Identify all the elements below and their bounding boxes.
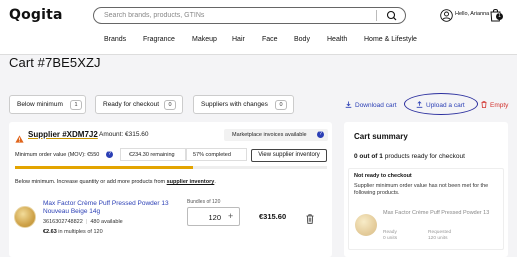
ready-count-bold: 0 out of 1 [354,153,383,160]
upload-icon [416,101,423,108]
supplier-inventory-link[interactable]: supplier inventory [167,179,215,185]
ready-count: 0 out of 1 products ready for checkout [354,153,465,160]
below-minimum-text: Below minimum. Increase quantity or add … [15,179,166,185]
completion-percent: 57% completed [186,148,247,161]
nav-item-fragrance[interactable]: Fragrance [143,36,175,43]
nav-item-face[interactable]: Face [262,36,278,43]
plus-icon[interactable]: + [228,211,233,221]
supplier-amount: Amount: €315.60 [99,131,149,138]
cart-summary-title: Cart summary [354,132,408,141]
download-cart-button[interactable]: Download cart [345,101,397,109]
search-input[interactable] [104,9,374,22]
user-icon[interactable] [440,9,453,22]
marketplace-invoices-label: Marketplace invoices available [232,132,307,138]
not-ready-note: Supplier minimum order value has not bee… [354,183,489,196]
cart-count-badge: 1 [496,13,503,20]
view-supplier-inventory-button[interactable]: View supplier inventory [251,149,327,162]
nav-item-body[interactable]: Body [294,36,310,43]
quantity-value[interactable]: 120 [188,213,221,222]
nav-item-makeup[interactable]: Makeup [192,36,217,43]
summary-ready-column: Ready 0 units [383,230,397,242]
filter-label: Below minimum [17,101,63,108]
product-name-link[interactable]: Max Factor Crème Puff Pressed Powder 13 … [43,200,183,216]
below-minimum-end: . [214,179,216,185]
marketplace-invoices-badge: Marketplace invoices available ? [224,129,328,141]
search-icon [386,10,397,21]
filter-count: 0 [164,100,176,110]
product-gtin: 3616302748822 [43,219,83,225]
quantity-stepper[interactable]: 120 + [187,207,240,226]
filter-count: 0 [275,100,287,110]
nav-item-health[interactable]: Health [327,36,347,43]
below-minimum-note: Below minimum. Increase quantity or add … [15,179,216,185]
mov-progress-bar [15,166,327,169]
remove-item-button[interactable] [306,211,314,224]
logo[interactable]: Qogita [9,7,63,23]
nav-item-brands[interactable]: Brands [104,36,126,43]
meta-separator: | [84,219,89,225]
summary-requested-column: Requested 120 units [428,230,451,242]
upload-cart-label: Upload a cart [426,102,465,109]
supplier-panel [9,122,332,257]
line-total: €315.60 [259,212,287,221]
mov-progress-fill [15,166,193,169]
search-bar [93,7,406,24]
filter-label: Ready for checkout [103,101,160,108]
empty-cart-label: Empty [490,102,509,109]
bundles-label: Bundles of 120 [187,199,221,205]
product-meta: 3616302748822 | 480 available [43,219,123,225]
summary-requested-value: 120 units [428,236,448,241]
summary-product-name: Max Factor Crème Puff Pressed Powder 13 [383,210,490,216]
ready-count-text: products ready for checkout [384,153,465,160]
upload-cart-button[interactable]: Upload a cart [416,101,465,109]
empty-cart-button[interactable]: Empty [481,101,508,109]
unit-price: €2.63 [43,229,57,235]
download-icon [345,101,352,108]
warning-icon [15,130,24,143]
filter-count: 1 [70,100,82,110]
help-icon[interactable]: ? [106,151,113,158]
price-multiples: in multiples of 120 [58,229,103,235]
summary-ready-value: 0 units [383,236,398,241]
filter-ready-for-checkout[interactable]: Ready for checkout 0 [95,95,183,114]
product-availability: 480 available [90,219,123,225]
remaining-amount: €234.30 remaining [120,148,186,161]
download-cart-label: Download cart [355,102,397,109]
minimum-order-value: Minimum order value (MOV): €550 [15,152,100,158]
help-icon[interactable]: ? [317,131,324,138]
product-image[interactable] [14,206,36,228]
filter-suppliers-with-changes[interactable]: Suppliers with changes 0 [193,95,294,114]
page-title: Cart #7BE5XZJ [9,55,101,70]
search-button[interactable] [383,9,401,23]
filter-below-minimum[interactable]: Below minimum 1 [9,95,86,114]
not-ready-heading: Not ready to checkout [354,173,412,179]
trash-icon [481,101,487,108]
summary-product-image [355,214,377,236]
filter-label: Suppliers with changes [201,101,268,108]
user-greeting[interactable]: Hello, Arianna [455,11,489,17]
trash-icon [306,214,314,224]
search-divider [376,10,377,21]
supplier-link[interactable]: Supplier #XDM7J2 [28,130,98,139]
category-nav: Brands Fragrance Makeup Hair Face Body H… [0,36,517,48]
nav-item-hair[interactable]: Hair [232,36,245,43]
product-price: €2.63 in multiples of 120 [43,229,103,235]
not-ready-card [348,168,504,250]
nav-item-home-lifestyle[interactable]: Home & Lifestyle [364,36,417,43]
